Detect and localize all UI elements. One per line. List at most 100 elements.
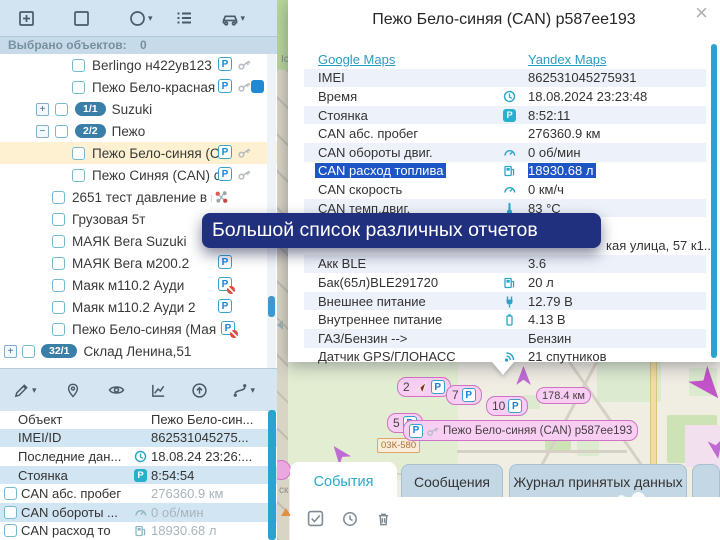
unit-checkbox[interactable] <box>52 213 65 226</box>
group-count-badge: 2/2 <box>75 124 106 138</box>
map-distance-label: 178.4 км <box>536 387 591 404</box>
vehicle-filter-icon[interactable] <box>221 10 239 27</box>
group-row[interactable]: + 1/1 Suzuki <box>0 98 277 120</box>
parking-badge-icon: P <box>218 299 232 313</box>
group-checkbox[interactable] <box>22 345 35 358</box>
group-checkbox[interactable] <box>55 103 68 116</box>
track-arrow-icon <box>516 366 531 385</box>
info-table-scrollbar[interactable] <box>268 410 276 540</box>
popup-row-selected[interactable]: CAN расход топлива 18930.68 л <box>304 162 706 181</box>
unit-checkbox[interactable] <box>72 147 85 160</box>
unit-checkbox[interactable] <box>72 169 85 182</box>
expand-icon[interactable]: + <box>36 103 49 116</box>
popup-row: CAN обороты двиг. 0 об/мин <box>304 143 706 162</box>
map-road <box>457 450 627 453</box>
unit-row[interactable]: Пежо Бело-синяя (Мая P <box>0 318 277 340</box>
trash-icon[interactable] <box>376 511 391 527</box>
popup-row: CAN абс. пробег 276360.9 км <box>304 124 706 143</box>
expand-icon[interactable]: + <box>4 345 17 358</box>
unit-row[interactable]: 2651 тест давление в ш <box>0 186 277 208</box>
popup-row: Бак(65л)BLE291720 20 л <box>304 273 706 292</box>
chevron-down-icon[interactable]: ▾ <box>241 13 246 24</box>
group-row[interactable]: + 32/1 Склад Ленина,51 <box>0 340 277 362</box>
info-row: CAN расход то 18930.68 л <box>0 522 277 540</box>
plug-icon <box>503 295 516 308</box>
track-route-icon[interactable] <box>231 382 249 399</box>
collapse-icon[interactable]: − <box>36 125 49 138</box>
info-row: CAN обороты ... 0 об/мин <box>0 503 277 522</box>
group-row[interactable]: − 2/2 Пежо <box>0 120 277 142</box>
group-count-badge: 32/1 <box>41 344 77 358</box>
unit-checkbox[interactable] <box>52 235 65 248</box>
sidebar-collapse-icon[interactable] <box>277 320 283 330</box>
google-maps-link[interactable]: Google Maps <box>318 52 395 67</box>
map-unit-bubble[interactable]: P Пежо Бело-синяя (CAN) p587ee193 <box>403 420 638 441</box>
unit-list-scrollbar-thumb[interactable] <box>268 296 275 317</box>
popup-title: Пежо Бело-синяя (CAN) p587ee193 <box>288 0 720 29</box>
info-row: Стоянка P 8:54:54 <box>0 466 277 485</box>
disabled-mark-icon <box>227 286 235 294</box>
chevron-down-icon[interactable]: ▾ <box>251 385 256 396</box>
tab-events[interactable]: События <box>290 462 397 502</box>
chevron-down-icon[interactable]: ▾ <box>148 13 153 24</box>
unit-row-selected[interactable]: Пежо Бело-синяя (С P <box>0 142 277 164</box>
map-links-row: Google Maps Yandex Maps <box>304 50 706 69</box>
cluster-count: 5 <box>393 416 400 430</box>
location-pin-icon[interactable] <box>65 382 81 399</box>
unit-checkbox[interactable] <box>72 59 85 72</box>
unit-row[interactable]: Berlingo н422ув123 P <box>0 54 277 76</box>
tab-messages[interactable]: Сообщения <box>401 464 503 498</box>
eye-visibility-icon[interactable] <box>107 381 126 399</box>
group-checkbox[interactable] <box>55 125 68 138</box>
sensor-checkbox[interactable] <box>4 506 17 519</box>
close-icon[interactable]: × <box>695 2 708 24</box>
selection-circle-icon[interactable] <box>129 10 146 27</box>
popup-scrollbar[interactable] <box>711 44 717 358</box>
send-command-icon[interactable] <box>191 382 208 399</box>
clock-icon[interactable] <box>342 511 358 527</box>
info-row: CAN абс. пробег 276360.9 км <box>0 484 277 503</box>
units-toolbar: ▾ ▾ <box>0 0 277 37</box>
info-row: IMEI/ID 862531045275... <box>0 429 277 448</box>
list-view-icon[interactable] <box>175 9 193 27</box>
unit-checkbox[interactable] <box>72 81 85 94</box>
yandex-maps-link[interactable]: Yandex Maps <box>528 52 607 67</box>
unit-checkbox[interactable] <box>52 301 65 314</box>
unit-row[interactable]: Маяк м110.2 Ауди 2 P <box>0 296 277 318</box>
map-cluster-2[interactable]: 2 P <box>397 377 451 397</box>
edit-pencil-icon[interactable] <box>13 382 30 399</box>
unit-list-scrollbar[interactable] <box>267 54 276 368</box>
selection-square-icon[interactable] <box>73 10 90 27</box>
clock-icon <box>503 90 516 103</box>
track-arrow-icon <box>707 439 720 460</box>
unit-row[interactable]: Пежо Синяя (CAN) с P <box>0 164 277 186</box>
unit-checkbox[interactable] <box>52 191 65 204</box>
checkbox-checked-icon[interactable] <box>307 510 324 527</box>
unit-row[interactable]: Пежо Бело-красная P <box>0 76 277 98</box>
parking-disabled-badge-icon: P <box>221 321 235 335</box>
popup-row: Внутреннее питание 4.13 В <box>304 310 706 329</box>
sensor-link-icon <box>214 190 229 205</box>
avito-watermark: Avito <box>614 492 720 528</box>
chevron-down-icon[interactable]: ▾ <box>32 385 37 396</box>
key-icon <box>424 422 441 438</box>
map-cluster-10[interactable]: 10 P <box>486 396 528 416</box>
unit-actions-toolbar: ▾ ▾ <box>0 368 277 411</box>
avito-logo-icon <box>614 492 650 528</box>
unit-checkbox[interactable] <box>52 279 65 292</box>
sensor-checkbox[interactable] <box>4 524 17 537</box>
info-row: Объект Пежо Бело-син... <box>0 410 277 429</box>
unit-info-table: Объект Пежо Бело-син... IMEI/ID 86253104… <box>0 410 277 540</box>
add-unit-icon[interactable] <box>18 10 35 27</box>
unit-row[interactable]: МАЯК Вега м200.2 P <box>0 252 277 274</box>
map-cluster-7[interactable]: 7 P <box>446 385 482 405</box>
unit-row[interactable]: Маяк м110.2 Ауди P <box>0 274 277 296</box>
key-icon <box>235 144 254 162</box>
unit-checkbox[interactable] <box>52 257 65 270</box>
clock-icon <box>134 450 147 463</box>
popup-row: Внешнее питание 12.79 В <box>304 292 706 311</box>
unit-checkbox[interactable] <box>52 323 65 336</box>
selected-objects-header: Выбрано объектов: 0 <box>0 37 277 54</box>
sensor-checkbox[interactable] <box>4 487 17 500</box>
chart-icon[interactable] <box>150 382 167 399</box>
